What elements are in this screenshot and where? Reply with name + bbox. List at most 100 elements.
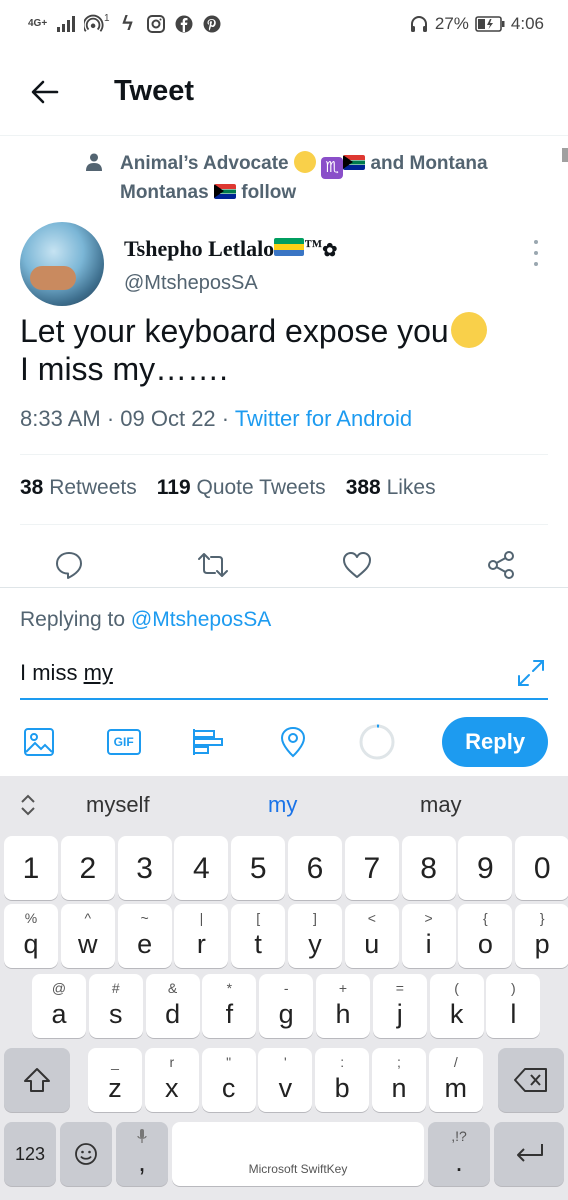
key-3[interactable]: 3 xyxy=(117,836,172,900)
key-f[interactable]: * f xyxy=(202,974,257,1038)
key-4[interactable]: 4 xyxy=(174,836,229,900)
signal-icon xyxy=(56,14,76,34)
key-label: 8 xyxy=(420,852,437,885)
key-1[interactable]: 1 xyxy=(4,836,58,900)
suggestion-center[interactable]: my xyxy=(268,792,297,818)
south-africa-flag-icon xyxy=(343,155,366,170)
space-key[interactable]: Microsoft SwiftKey xyxy=(172,1122,424,1186)
key-s[interactable]: # s xyxy=(88,974,143,1038)
key-p[interactable]: } p xyxy=(515,904,568,968)
key-r[interactable]: | r xyxy=(174,904,229,968)
add-location-button[interactable] xyxy=(273,722,311,762)
social-context[interactable]: Animal’s Advocate ♏ and Montana Montanas… xyxy=(86,150,536,207)
more-dot-icon xyxy=(534,262,538,266)
numbers-key[interactable]: 123 xyxy=(4,1122,56,1186)
key-w[interactable]: ^ w xyxy=(60,904,115,968)
microphone-icon xyxy=(137,1129,147,1143)
key-b[interactable]: :b xyxy=(315,1048,370,1112)
shift-key[interactable] xyxy=(4,1048,70,1112)
s-app-icon: ϟ xyxy=(122,12,133,35)
replying-handle[interactable]: @MtsheposSA xyxy=(131,608,271,631)
like-action-button[interactable] xyxy=(340,548,374,582)
share-action-button[interactable] xyxy=(484,548,518,582)
retweet-action-button[interactable] xyxy=(196,548,230,582)
suggestion-right[interactable]: may xyxy=(420,792,462,818)
key-label: f xyxy=(225,999,234,1029)
author-handle[interactable]: @MtsheposSA xyxy=(124,272,258,295)
back-button[interactable] xyxy=(0,48,90,136)
location-pin-icon xyxy=(280,726,305,758)
add-poll-button[interactable] xyxy=(189,722,227,762)
more-options-button[interactable] xyxy=(524,238,548,268)
emoji-key[interactable] xyxy=(60,1122,112,1186)
key-e[interactable]: ~ e xyxy=(117,904,172,968)
tweet-source[interactable]: Twitter for Android xyxy=(235,406,412,431)
keyboard: myself my may 1 2 3 4 5 6 7 8 9 0% q ^ w ~ e | r[t] y < u > i… xyxy=(0,776,568,1200)
avatar[interactable] xyxy=(20,222,104,306)
key-z[interactable]: _ z xyxy=(88,1048,142,1112)
key-m[interactable]: / m xyxy=(428,1048,483,1112)
key-secondary-label: @ xyxy=(51,980,67,996)
key-secondary-label: & xyxy=(167,980,178,996)
period-label: . xyxy=(455,1147,463,1177)
key-7[interactable]: 7 xyxy=(344,836,399,900)
social-context-part3: follow xyxy=(241,182,297,203)
author-name-row[interactable]: Tshepho Letlalo ™✿ xyxy=(124,236,337,262)
key-secondary-label: { xyxy=(483,910,488,926)
key-j[interactable]: = j xyxy=(372,974,427,1038)
key-8[interactable]: 8 xyxy=(401,836,456,900)
key-a[interactable]: @ a xyxy=(32,974,86,1038)
eye-roll-emoji-icon xyxy=(293,151,316,173)
expand-composer-button[interactable] xyxy=(516,658,546,688)
key-label: w xyxy=(78,929,98,959)
key-0[interactable]: 0 xyxy=(515,836,568,900)
key-h[interactable]: + h xyxy=(316,974,370,1038)
likes-label: Likes xyxy=(386,476,436,499)
key-k[interactable]: (k xyxy=(429,974,484,1038)
reply-button[interactable]: Reply xyxy=(442,717,548,767)
key-label: b xyxy=(334,1073,350,1103)
author-tm: ™ xyxy=(304,236,323,256)
suggestion-left[interactable]: myself xyxy=(86,792,150,818)
network-indicator: 4G+ xyxy=(28,18,48,29)
quotes-stat[interactable]: 119 Quote Tweets xyxy=(157,476,326,500)
key-c[interactable]: " c xyxy=(201,1048,256,1112)
key-u[interactable]: < u xyxy=(344,904,399,968)
key-2[interactable]: 2 xyxy=(60,836,115,900)
key-d[interactable]: & d xyxy=(145,974,200,1038)
scrollbar[interactable] xyxy=(562,148,568,162)
key-i[interactable]: > i xyxy=(401,904,456,968)
key-label: 6 xyxy=(306,852,324,885)
key-5[interactable]: 5 xyxy=(231,836,286,900)
key-y[interactable]: ] y xyxy=(288,904,342,968)
key-9[interactable]: 9 xyxy=(458,836,513,900)
key-secondary-label: = xyxy=(395,980,404,996)
reply-input[interactable]: I miss my xyxy=(20,648,548,700)
comma-key[interactable]: , xyxy=(116,1122,168,1186)
reply-action-button[interactable] xyxy=(52,548,86,582)
key-n[interactable]: ; n xyxy=(372,1048,426,1112)
key-label: 3 xyxy=(136,852,153,885)
add-gif-button[interactable]: GIF xyxy=(104,722,142,762)
key-q[interactable]: % q xyxy=(4,904,58,968)
add-image-button[interactable] xyxy=(20,722,58,762)
person-icon xyxy=(86,153,102,171)
retweets-stat[interactable]: 38 Retweets xyxy=(20,476,137,500)
key-t[interactable]: [t xyxy=(231,904,286,968)
top-app-bar: Tweet xyxy=(0,48,568,136)
backspace-key[interactable] xyxy=(498,1048,564,1112)
period-key[interactable]: ,!? . xyxy=(428,1122,490,1186)
likes-stat[interactable]: 388 Likes xyxy=(346,476,436,500)
key-label: v xyxy=(278,1073,293,1103)
enter-key[interactable] xyxy=(494,1122,564,1186)
toolbar-toggle-button[interactable] xyxy=(0,776,56,834)
key-o[interactable]: {o xyxy=(458,904,513,968)
key-6[interactable]: 6 xyxy=(288,836,342,900)
key-label: y xyxy=(308,929,322,959)
key-g[interactable]: -g xyxy=(259,974,314,1038)
key-x[interactable]: rx xyxy=(144,1048,199,1112)
key-secondary-label: ^ xyxy=(84,910,92,926)
key-v[interactable]: ' v xyxy=(258,1048,313,1112)
comma-label: , xyxy=(138,1147,146,1177)
key-l[interactable]: ) l xyxy=(486,974,541,1038)
